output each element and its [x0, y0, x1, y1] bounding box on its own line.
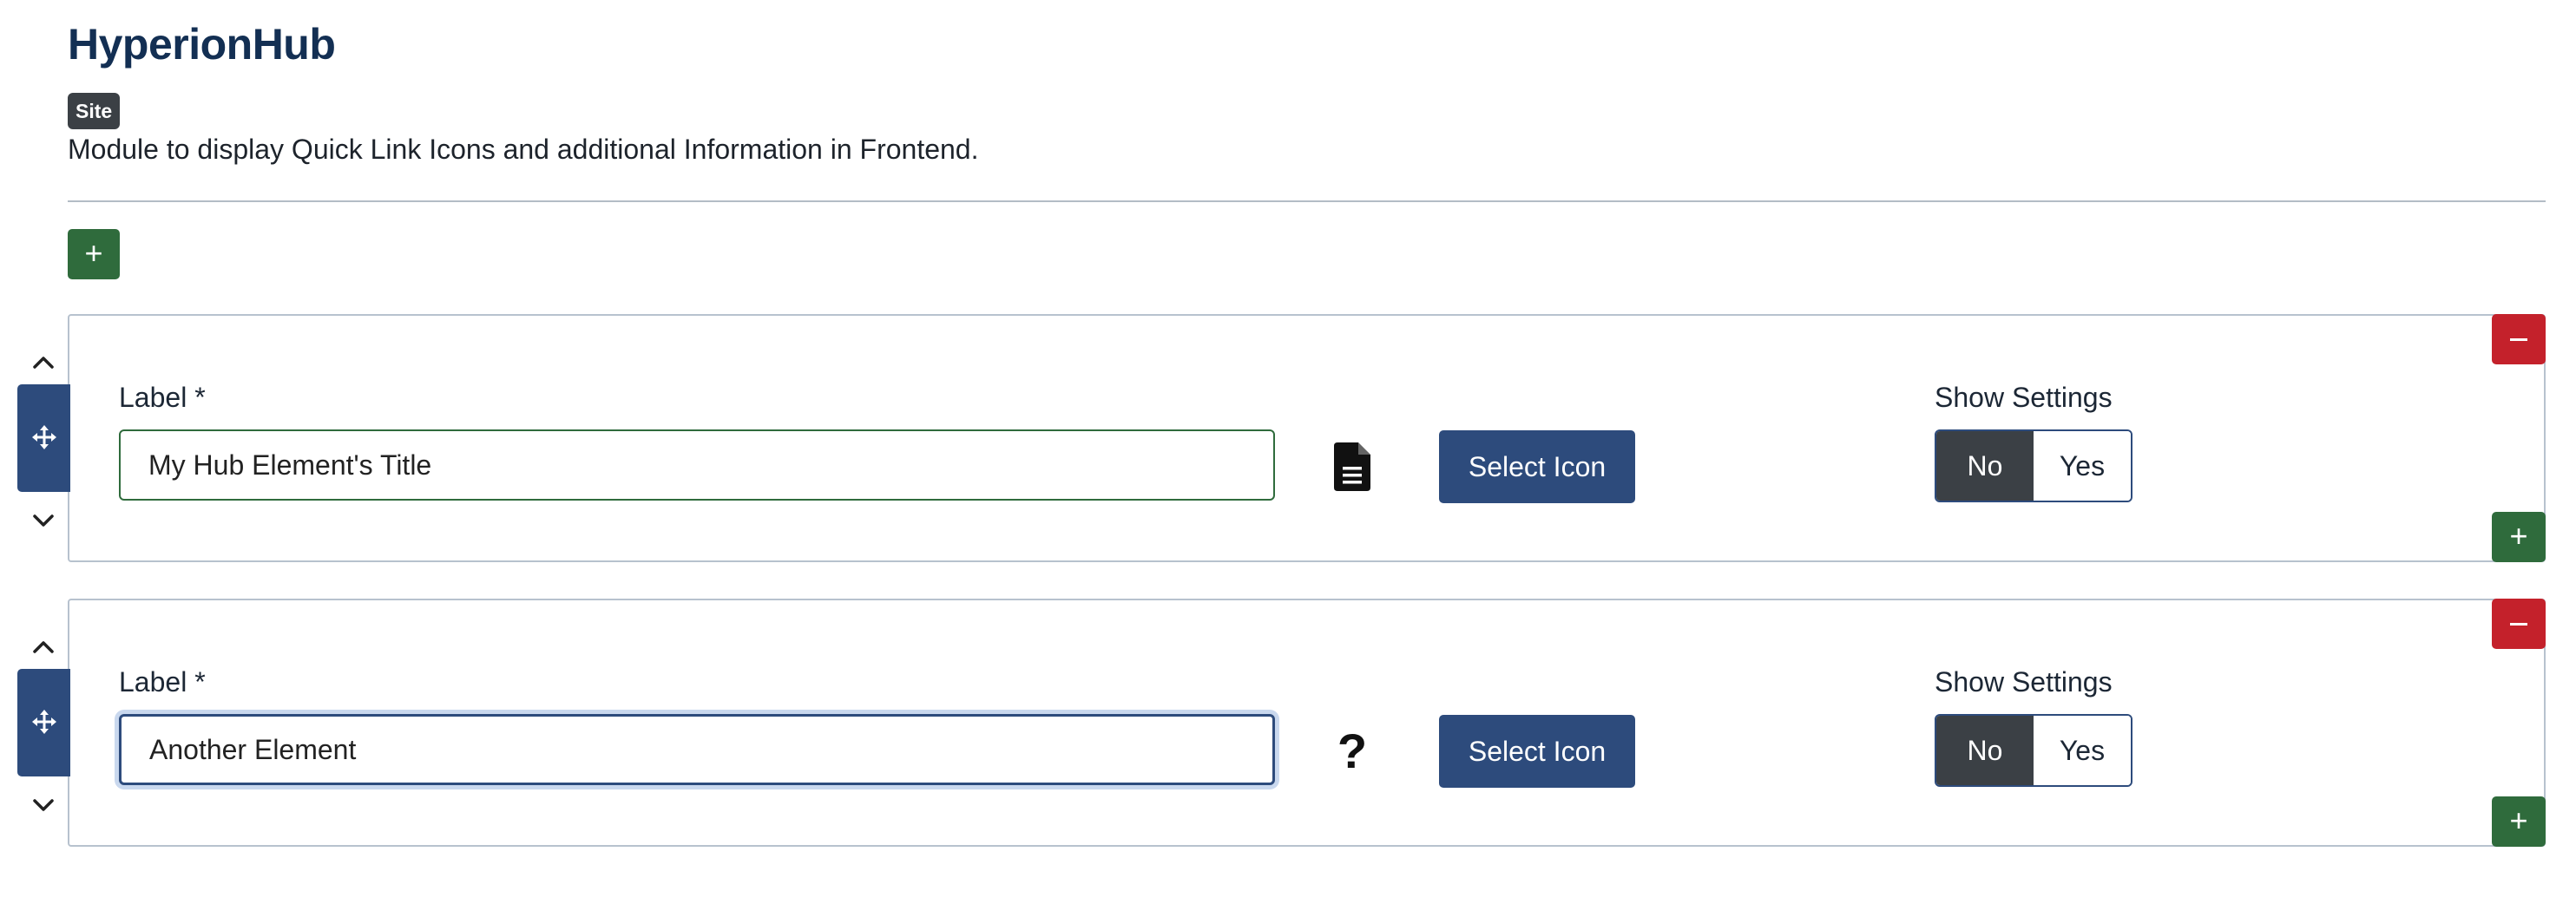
select-icon-button[interactable]: Select Icon — [1439, 430, 1635, 503]
subform-row-1: Label * Select Icon Show Settings No Yes… — [0, 314, 2576, 566]
chevron-down-icon — [33, 799, 54, 811]
site-badge: Site — [68, 93, 121, 129]
label-field-label: Label * — [119, 666, 206, 698]
move-icon — [32, 425, 56, 449]
toggle-no-option[interactable]: No — [1936, 716, 2034, 785]
label-field-label: Label * — [119, 382, 206, 413]
move-down-button[interactable] — [26, 788, 61, 822]
label-input[interactable] — [119, 429, 1275, 501]
chevron-up-icon — [33, 641, 54, 653]
show-settings-toggle: No Yes — [1935, 429, 2132, 502]
divider — [68, 200, 2546, 202]
icon-preview — [1328, 442, 1377, 491]
plus-icon: + — [2509, 802, 2528, 838]
move-icon — [32, 710, 56, 734]
show-settings-label: Show Settings — [1935, 666, 2113, 698]
plus-icon: + — [84, 235, 103, 271]
add-row-button-top[interactable]: + — [68, 229, 120, 279]
page-title: HyperionHub — [68, 20, 336, 69]
toggle-yes-option[interactable]: Yes — [2034, 716, 2131, 785]
move-down-button[interactable] — [26, 503, 61, 538]
show-settings-toggle: No Yes — [1935, 714, 2132, 787]
module-description: Module to display Quick Link Icons and a… — [68, 134, 979, 165]
drag-handle[interactable] — [17, 384, 70, 492]
toggle-no-option[interactable]: No — [1936, 431, 2034, 501]
chevron-down-icon — [33, 514, 54, 527]
remove-row-button[interactable] — [2492, 314, 2546, 364]
subform-row-2: Label * ? Select Icon Show Settings No Y… — [0, 599, 2576, 850]
drag-handle[interactable] — [17, 669, 70, 776]
select-icon-button[interactable]: Select Icon — [1439, 715, 1635, 788]
move-up-button[interactable] — [26, 345, 61, 380]
toggle-yes-option[interactable]: Yes — [2034, 431, 2131, 501]
label-input[interactable] — [119, 714, 1275, 785]
plus-icon: + — [2509, 518, 2528, 554]
chevron-up-icon — [33, 357, 54, 369]
question-icon: ? — [1337, 724, 1368, 778]
add-row-after-button[interactable]: + — [2492, 796, 2546, 847]
show-settings-label: Show Settings — [1935, 382, 2113, 413]
file-text-icon — [1334, 442, 1370, 491]
move-up-button[interactable] — [26, 630, 61, 665]
add-row-after-button[interactable]: + — [2492, 512, 2546, 562]
icon-preview: ? — [1328, 727, 1377, 776]
remove-row-button[interactable] — [2492, 599, 2546, 649]
